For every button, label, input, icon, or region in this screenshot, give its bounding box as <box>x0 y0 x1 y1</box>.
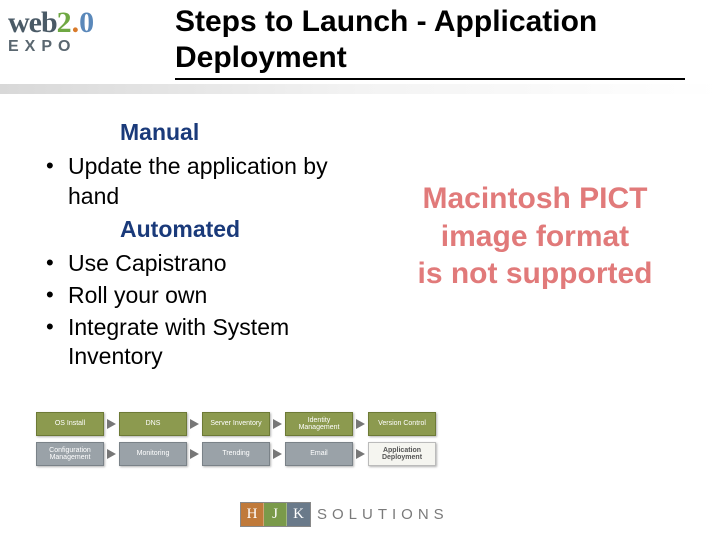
arrow-right-icon <box>273 419 282 429</box>
arrow-right-icon <box>107 449 116 459</box>
arrow-right-icon <box>356 419 365 429</box>
section-manual-label: Manual <box>120 119 360 146</box>
logo-k: K <box>287 503 310 526</box>
automated-list: Use Capistrano Roll your own Integrate w… <box>40 249 360 373</box>
section-automated-label: Automated <box>120 216 360 243</box>
flow-row-2: Configuration Management Monitoring Tren… <box>36 442 476 466</box>
list-item: Roll your own <box>40 281 360 311</box>
pict-line-1: Macintosh PICT <box>365 180 705 218</box>
flow-box: Trending <box>202 442 270 466</box>
flow-box: DNS <box>119 412 187 436</box>
title-underline <box>175 78 685 80</box>
arrow-right-icon <box>356 449 365 459</box>
flow-box: Monitoring <box>119 442 187 466</box>
web20-expo-logo: web2.0 EXPO <box>8 6 166 70</box>
logo-solutions-text: SOLUTIONS <box>317 506 449 523</box>
logo-20-text: 2.0 <box>57 6 95 39</box>
flow-box: OS Install <box>36 412 104 436</box>
logo-j: J <box>264 503 287 526</box>
page-title: Steps to Launch - Application Deployment <box>175 4 705 76</box>
logo-expo-text: EXPO <box>8 38 166 56</box>
flow-box: Version Control <box>368 412 436 436</box>
flow-box: Email <box>285 442 353 466</box>
list-item: Update the application by hand <box>40 152 360 212</box>
arrow-right-icon <box>107 419 116 429</box>
manual-list: Update the application by hand <box>40 152 360 212</box>
pict-line-3: is not supported <box>365 255 705 293</box>
pict-unsupported-message: Macintosh PICT image format is not suppo… <box>365 180 705 293</box>
flow-box: Configuration Management <box>36 442 104 466</box>
slide: web2.0 EXPO Steps to Launch - Applicatio… <box>0 0 720 540</box>
flow-row-1: OS Install DNS Server Inventory Identity… <box>36 412 476 436</box>
arrow-right-icon <box>190 419 199 429</box>
list-item: Use Capistrano <box>40 249 360 279</box>
arrow-right-icon <box>273 449 282 459</box>
hjk-boxes: H J K <box>240 502 311 527</box>
content-column: Manual Update the application by hand Au… <box>40 115 360 374</box>
arrow-right-icon <box>190 449 199 459</box>
flow-box: Identity Management <box>285 412 353 436</box>
deployment-flow-diagram: OS Install DNS Server Inventory Identity… <box>36 412 476 472</box>
logo-h: H <box>241 503 264 526</box>
header-divider <box>0 84 720 94</box>
list-item: Integrate with System Inventory <box>40 313 360 373</box>
header: web2.0 EXPO Steps to Launch - Applicatio… <box>0 0 720 80</box>
logo-web-text: web <box>8 6 57 39</box>
pict-line-2: image format <box>365 218 705 256</box>
flow-box-current: Application Deployment <box>368 442 436 466</box>
flow-box: Server Inventory <box>202 412 270 436</box>
hjk-solutions-logo: H J K SOLUTIONS <box>240 500 449 528</box>
